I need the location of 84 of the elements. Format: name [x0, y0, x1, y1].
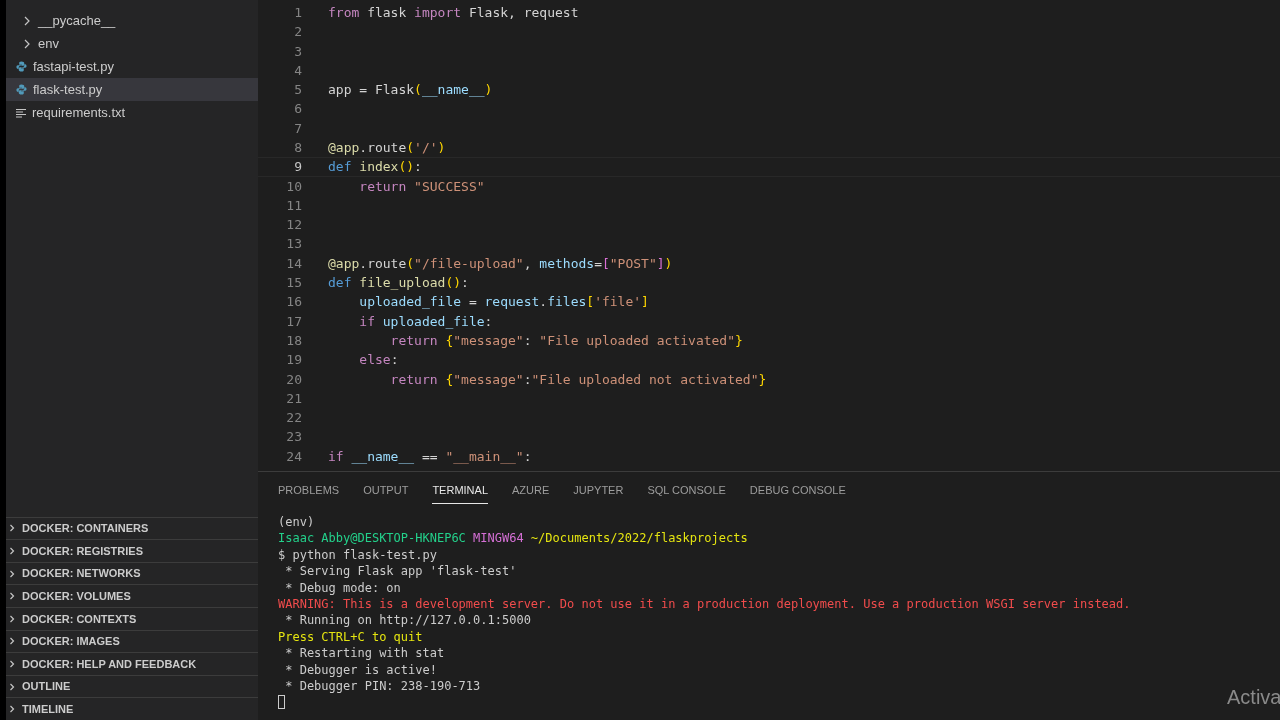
file-tree-item[interactable]: __pycache__ [6, 9, 258, 32]
line-number: 5 [293, 81, 302, 100]
code-line: return {"message":"File uploaded not activated"} [389, 370, 767, 389]
panel-tab[interactable]: SQL CONSOLE [647, 478, 726, 504]
line-number: 6 [293, 100, 302, 119]
panel-tab[interactable]: AZURE [512, 478, 550, 504]
line-number: 10 [285, 177, 302, 196]
chevron-right-icon [8, 682, 16, 691]
terminal-line: * Running on http://127.0.0.1:5000 [284, 612, 532, 629]
code-line: else: [358, 351, 399, 370]
terminal-line: * Debugger PIN: 238-190-713 [284, 677, 482, 695]
section-header[interactable]: DOCKER: VOLUMES [6, 584, 258, 608]
file-tree-item[interactable]: fastapi-test.py [6, 55, 258, 78]
chevron-right-icon [8, 592, 16, 601]
line-number: 16 [285, 293, 302, 312]
line-number: 13 [285, 235, 302, 254]
terminal-line: Press CTRL+C to quit [278, 628, 424, 646]
terminal-line: * Restarting with stat [284, 645, 446, 662]
chevron-right-icon [8, 614, 16, 623]
line-number: 11 [285, 196, 302, 215]
line-number: 2 [293, 23, 302, 42]
line-number: 7 [293, 119, 302, 138]
line-number: 21 [285, 389, 302, 408]
code-line: def file_upload(): [328, 274, 469, 293]
chevron-right-icon [8, 524, 16, 533]
python-file-icon [16, 61, 27, 72]
panel-tab[interactable]: OUTPUT [363, 478, 409, 504]
panel-tab[interactable]: DEBUG CONSOLE [749, 478, 846, 504]
chevron-right-icon [8, 547, 16, 556]
line-number: 3 [293, 42, 302, 61]
chevron-right-icon [22, 15, 32, 26]
line-number: 9 [293, 158, 302, 177]
terminal-line: Isaac Abby@DESKTOP-HKNEP6C MINGW64 ~/Documents/2022/flaskprojects [278, 530, 749, 547]
chevron-right-icon [8, 569, 16, 578]
section-header[interactable]: DOCKER: IMAGES [6, 629, 258, 653]
file-tree-item[interactable]: env [6, 32, 258, 55]
code-line: def index(): [328, 158, 422, 177]
line-number: 22 [285, 409, 302, 428]
code-line: uploaded_file = request.files['file'] [358, 293, 649, 312]
section-header[interactable]: DOCKER: CONTEXTS [6, 607, 258, 630]
code-line: @app.route('/') [328, 139, 446, 157]
code-line: return "SUCCESS" [358, 177, 485, 196]
terminal-line: * Debugger is active! [284, 661, 438, 678]
terminal-line: * Serving Flask app 'flask-test' [284, 563, 518, 580]
chevron-right-icon [8, 660, 16, 668]
code-line: if uploaded_file: [358, 312, 493, 331]
line-number: 19 [285, 351, 302, 370]
line-number: 15 [285, 274, 302, 293]
chevron-right-icon [22, 38, 32, 49]
section-header[interactable]: TIMELINE [6, 697, 258, 720]
line-number: 1 [293, 3, 302, 22]
line-number: 12 [285, 216, 302, 235]
line-number: 17 [285, 312, 302, 331]
terminal-line: * Debug mode: on [284, 579, 402, 596]
terminal-cursor [278, 695, 285, 710]
terminal-line: $ python flask-test.py [278, 546, 438, 564]
code-line: from flask import Flask, request [328, 3, 579, 22]
line-number: 8 [293, 139, 302, 157]
section-header[interactable]: DOCKER: CONTAINERS [6, 516, 258, 540]
line-number: 18 [285, 331, 302, 350]
code-line: if __name__ == "__main__": [328, 447, 532, 466]
line-number: 23 [285, 428, 302, 447]
panel-tab[interactable]: JUPYTER [573, 478, 624, 504]
code-line: return {"message": "File uploaded activated"} [389, 331, 743, 350]
terminal-line: WARNING: This is a development server. Do not use it in a production deployment. Use a production WSGI server instead. [278, 595, 1132, 613]
line-number: 4 [293, 61, 302, 80]
terminal-line: (env) [278, 514, 316, 531]
code-line: @app.route("/file-upload", methods=["POST"]) [328, 254, 673, 273]
code-line: app = Flask(__name__) [328, 81, 493, 100]
section-header[interactable]: DOCKER: REGISTRIES [6, 539, 258, 562]
line-number: 24 [285, 447, 302, 466]
chevron-right-icon [8, 705, 16, 714]
file-tree-item[interactable]: requirements.txt [6, 101, 258, 124]
python-file-icon [16, 84, 27, 95]
chevron-right-icon [8, 637, 16, 646]
panel-tab[interactable]: PROBLEMS [278, 478, 340, 504]
line-number: 20 [285, 370, 302, 389]
file-tree-item[interactable]: flask-test.py [6, 78, 258, 101]
text-file-icon [16, 107, 26, 118]
line-number: 14 [285, 254, 302, 273]
panel-tab[interactable]: TERMINAL [432, 478, 488, 504]
section-header[interactable]: DOCKER: HELP AND FEEDBACK [6, 652, 258, 675]
section-header[interactable]: DOCKER: NETWORKS [6, 561, 258, 585]
section-header[interactable]: OUTLINE [6, 674, 258, 698]
